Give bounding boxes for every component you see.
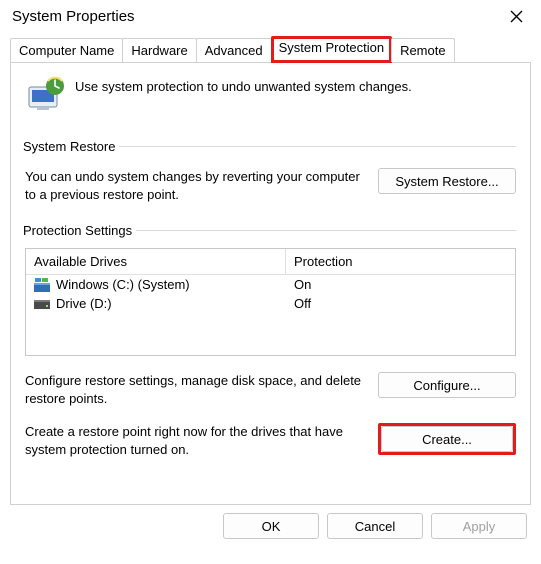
apply-button[interactable]: Apply [431,513,527,539]
windows-drive-icon [34,278,50,292]
protection-settings-legend: Protection Settings [23,223,136,238]
col-available-drives[interactable]: Available Drives [26,249,286,274]
system-restore-button[interactable]: System Restore... [378,168,516,194]
drive-icon [34,297,50,311]
system-restore-group: System Restore You can undo system chang… [25,139,516,203]
tab-remote[interactable]: Remote [391,38,455,62]
close-icon[interactable] [504,8,529,28]
intro-text: Use system protection to undo unwanted s… [75,75,412,94]
col-protection[interactable]: Protection [286,249,515,274]
drives-body: Windows (C:) (System) On Drive (D:) [26,275,515,355]
titlebar: System Properties [0,0,541,30]
tab-advanced[interactable]: Advanced [196,38,272,62]
system-restore-legend: System Restore [23,139,119,154]
tab-system-protection[interactable]: System Protection [271,36,393,63]
configure-text: Configure restore settings, manage disk … [25,372,362,407]
ok-button[interactable]: OK [223,513,319,539]
drive-status: On [294,277,507,292]
table-row[interactable]: Drive (D:) Off [26,294,515,313]
dialog-footer: OK Cancel Apply [0,513,541,539]
drives-table: Available Drives Protection Windows [25,248,516,356]
system-properties-dialog: System Properties Computer Name Hardware… [0,0,541,564]
cancel-button[interactable]: Cancel [327,513,423,539]
tab-computer-name[interactable]: Computer Name [10,38,123,62]
tab-strip: Computer Name Hardware Advanced System P… [10,36,531,62]
drive-status: Off [294,296,507,311]
drive-name: Drive (D:) [56,296,112,311]
tab-panel: Use system protection to undo unwanted s… [10,62,531,505]
drive-name: Windows (C:) (System) [56,277,190,292]
system-protection-icon [25,75,65,115]
window-title: System Properties [12,8,135,25]
drives-header: Available Drives Protection [26,249,515,275]
create-text: Create a restore point right now for the… [25,423,362,458]
tab-hardware[interactable]: Hardware [122,38,196,62]
intro-row: Use system protection to undo unwanted s… [25,75,516,115]
table-row[interactable]: Windows (C:) (System) On [26,275,515,294]
system-restore-text: You can undo system changes by reverting… [25,168,362,203]
create-button[interactable]: Create... [381,426,513,452]
protection-settings-group: Protection Settings Available Drives Pro… [25,223,516,458]
create-highlight: Create... [378,423,516,455]
configure-button[interactable]: Configure... [378,372,516,398]
